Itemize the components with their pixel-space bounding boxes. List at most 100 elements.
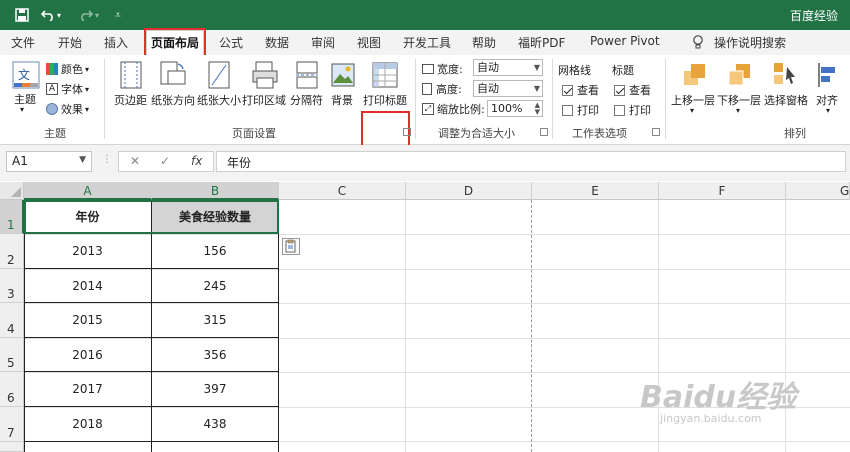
- send-backward-icon[interactable]: [727, 61, 753, 92]
- column-header-d[interactable]: D: [406, 182, 532, 200]
- cancel-icon[interactable]: ✕: [130, 154, 140, 168]
- row-header-5[interactable]: 5: [0, 338, 24, 372]
- cell-a6[interactable]: 2017: [24, 372, 152, 407]
- redo-icon[interactable]: ▾: [78, 7, 100, 23]
- column-header-c[interactable]: C: [279, 182, 406, 200]
- select-all-corner[interactable]: [0, 182, 24, 200]
- size-button[interactable]: 纸张大小: [197, 92, 241, 108]
- checkbox-unchecked-icon: [562, 104, 573, 116]
- effects-button[interactable]: 效果 ▾: [46, 101, 89, 117]
- cell-b4[interactable]: 315: [152, 303, 279, 338]
- cell-a2[interactable]: 2013: [24, 234, 152, 269]
- row-header-3[interactable]: 3: [0, 269, 24, 303]
- column-header-b[interactable]: B: [152, 182, 279, 200]
- orientation-icon[interactable]: [160, 61, 186, 92]
- selection-pane-icon[interactable]: [773, 61, 797, 92]
- print-titles-icon[interactable]: [371, 61, 399, 92]
- margins-icon[interactable]: [120, 61, 142, 92]
- scale-launcher-icon[interactable]: [540, 128, 548, 136]
- group-separator: [665, 59, 666, 139]
- scale-label: ⤢ 缩放比例:: [422, 101, 485, 117]
- tab-data[interactable]: 数据: [265, 34, 289, 51]
- breaks-icon[interactable]: [296, 61, 318, 92]
- cell-b6[interactable]: 397: [152, 372, 279, 407]
- customize-qat-icon[interactable]: ⩡: [112, 7, 124, 23]
- cell-a3[interactable]: 2014: [24, 269, 152, 303]
- gridlines-view-checkbox[interactable]: 查看: [562, 82, 599, 98]
- tab-help[interactable]: 帮助: [472, 34, 496, 51]
- cell-b5[interactable]: 356: [152, 338, 279, 372]
- gridlines-print-checkbox[interactable]: 打印: [562, 102, 599, 118]
- margins-button[interactable]: 页边距: [114, 92, 147, 108]
- colors-button[interactable]: 颜色 ▾: [46, 61, 89, 77]
- selection-pane-button[interactable]: 选择窗格: [764, 92, 808, 108]
- chevron-down-icon[interactable]: ▼: [79, 155, 86, 165]
- print-titles-button[interactable]: 打印标题: [363, 92, 407, 108]
- cell-a8[interactable]: [24, 442, 152, 452]
- chevron-down-icon[interactable]: ▾: [690, 106, 694, 115]
- print-area-icon[interactable]: [252, 61, 278, 92]
- print-area-button[interactable]: 打印区域: [242, 92, 286, 108]
- scale-spinner[interactable]: 100% ▲ ▼: [487, 100, 543, 117]
- row-header-7[interactable]: 7: [0, 407, 24, 442]
- cell-b7[interactable]: 438: [152, 407, 279, 442]
- tab-view[interactable]: 视图: [357, 34, 381, 51]
- width-select[interactable]: 自动 ▼: [473, 59, 543, 76]
- row-header-4[interactable]: 4: [0, 303, 24, 338]
- row-header-2[interactable]: 2: [0, 234, 24, 269]
- tab-home[interactable]: 开始: [58, 34, 82, 51]
- background-button[interactable]: 背景: [331, 92, 353, 108]
- chevron-down-icon[interactable]: ▾: [826, 106, 830, 115]
- headings-print-checkbox[interactable]: 打印: [614, 102, 651, 118]
- tab-formulas[interactable]: 公式: [219, 34, 243, 51]
- background-icon[interactable]: [331, 61, 355, 92]
- drag-handle-icon[interactable]: ⋮: [102, 154, 112, 165]
- cell-b2[interactable]: 156: [152, 234, 279, 269]
- height-select[interactable]: 自动 ▼: [473, 80, 543, 97]
- cell-a4[interactable]: 2015: [24, 303, 152, 338]
- undo-icon[interactable]: ▾: [40, 7, 62, 23]
- cell-b8[interactable]: [152, 442, 279, 452]
- sheet-options-launcher-icon[interactable]: [652, 128, 660, 136]
- enter-icon[interactable]: ✓: [160, 154, 170, 168]
- tab-foxit-pdf[interactable]: 福昕PDF: [518, 34, 565, 51]
- cell-a5[interactable]: 2016: [24, 338, 152, 372]
- tab-power-pivot[interactable]: Power Pivot: [590, 34, 660, 48]
- row-header-1[interactable]: 1: [0, 200, 24, 234]
- cell-a7[interactable]: 2018: [24, 407, 152, 442]
- tab-review[interactable]: 审阅: [311, 34, 335, 51]
- page-break-line: [531, 200, 532, 452]
- colors-icon: [46, 63, 58, 75]
- themes-button[interactable]: 主题: [14, 91, 36, 107]
- row-header-8[interactable]: [0, 442, 24, 452]
- fonts-button[interactable]: A 字体 ▾: [46, 81, 89, 97]
- themes-icon[interactable]: 文: [12, 61, 40, 92]
- chevron-down-icon: ▼: [533, 84, 540, 93]
- column-header-e[interactable]: E: [532, 182, 659, 200]
- column-header-g[interactable]: G: [786, 182, 850, 200]
- spinner-arrows-icon[interactable]: ▲ ▼: [535, 102, 540, 116]
- insert-function-icon[interactable]: fx: [191, 154, 202, 168]
- tab-file[interactable]: 文件: [11, 34, 35, 51]
- headings-view-checkbox[interactable]: 查看: [614, 82, 651, 98]
- breaks-button[interactable]: 分隔符: [290, 92, 323, 108]
- paste-options-icon[interactable]: [282, 238, 300, 255]
- align-icon[interactable]: [817, 61, 839, 92]
- cell-b3[interactable]: 245: [152, 269, 279, 303]
- tell-me-search[interactable]: 操作说明搜索: [714, 34, 786, 51]
- formula-input[interactable]: 年份: [216, 151, 846, 172]
- tab-developer[interactable]: 开发工具: [403, 34, 451, 51]
- column-header-a[interactable]: A: [24, 182, 152, 200]
- size-icon[interactable]: [208, 61, 230, 92]
- themes-dropdown-icon[interactable]: ▾: [20, 105, 24, 114]
- chevron-down-icon[interactable]: ▾: [736, 106, 740, 115]
- name-box[interactable]: A1 ▼: [6, 151, 92, 172]
- tab-insert[interactable]: 插入: [104, 34, 128, 51]
- orientation-button[interactable]: 纸张方向: [151, 92, 195, 108]
- tab-page-layout[interactable]: 页面布局: [143, 28, 207, 59]
- column-header-f[interactable]: F: [659, 182, 786, 200]
- save-icon[interactable]: [14, 7, 30, 23]
- row-header-6[interactable]: 6: [0, 372, 24, 407]
- bring-forward-icon[interactable]: [682, 61, 708, 92]
- page-setup-launcher-icon[interactable]: [403, 128, 411, 136]
